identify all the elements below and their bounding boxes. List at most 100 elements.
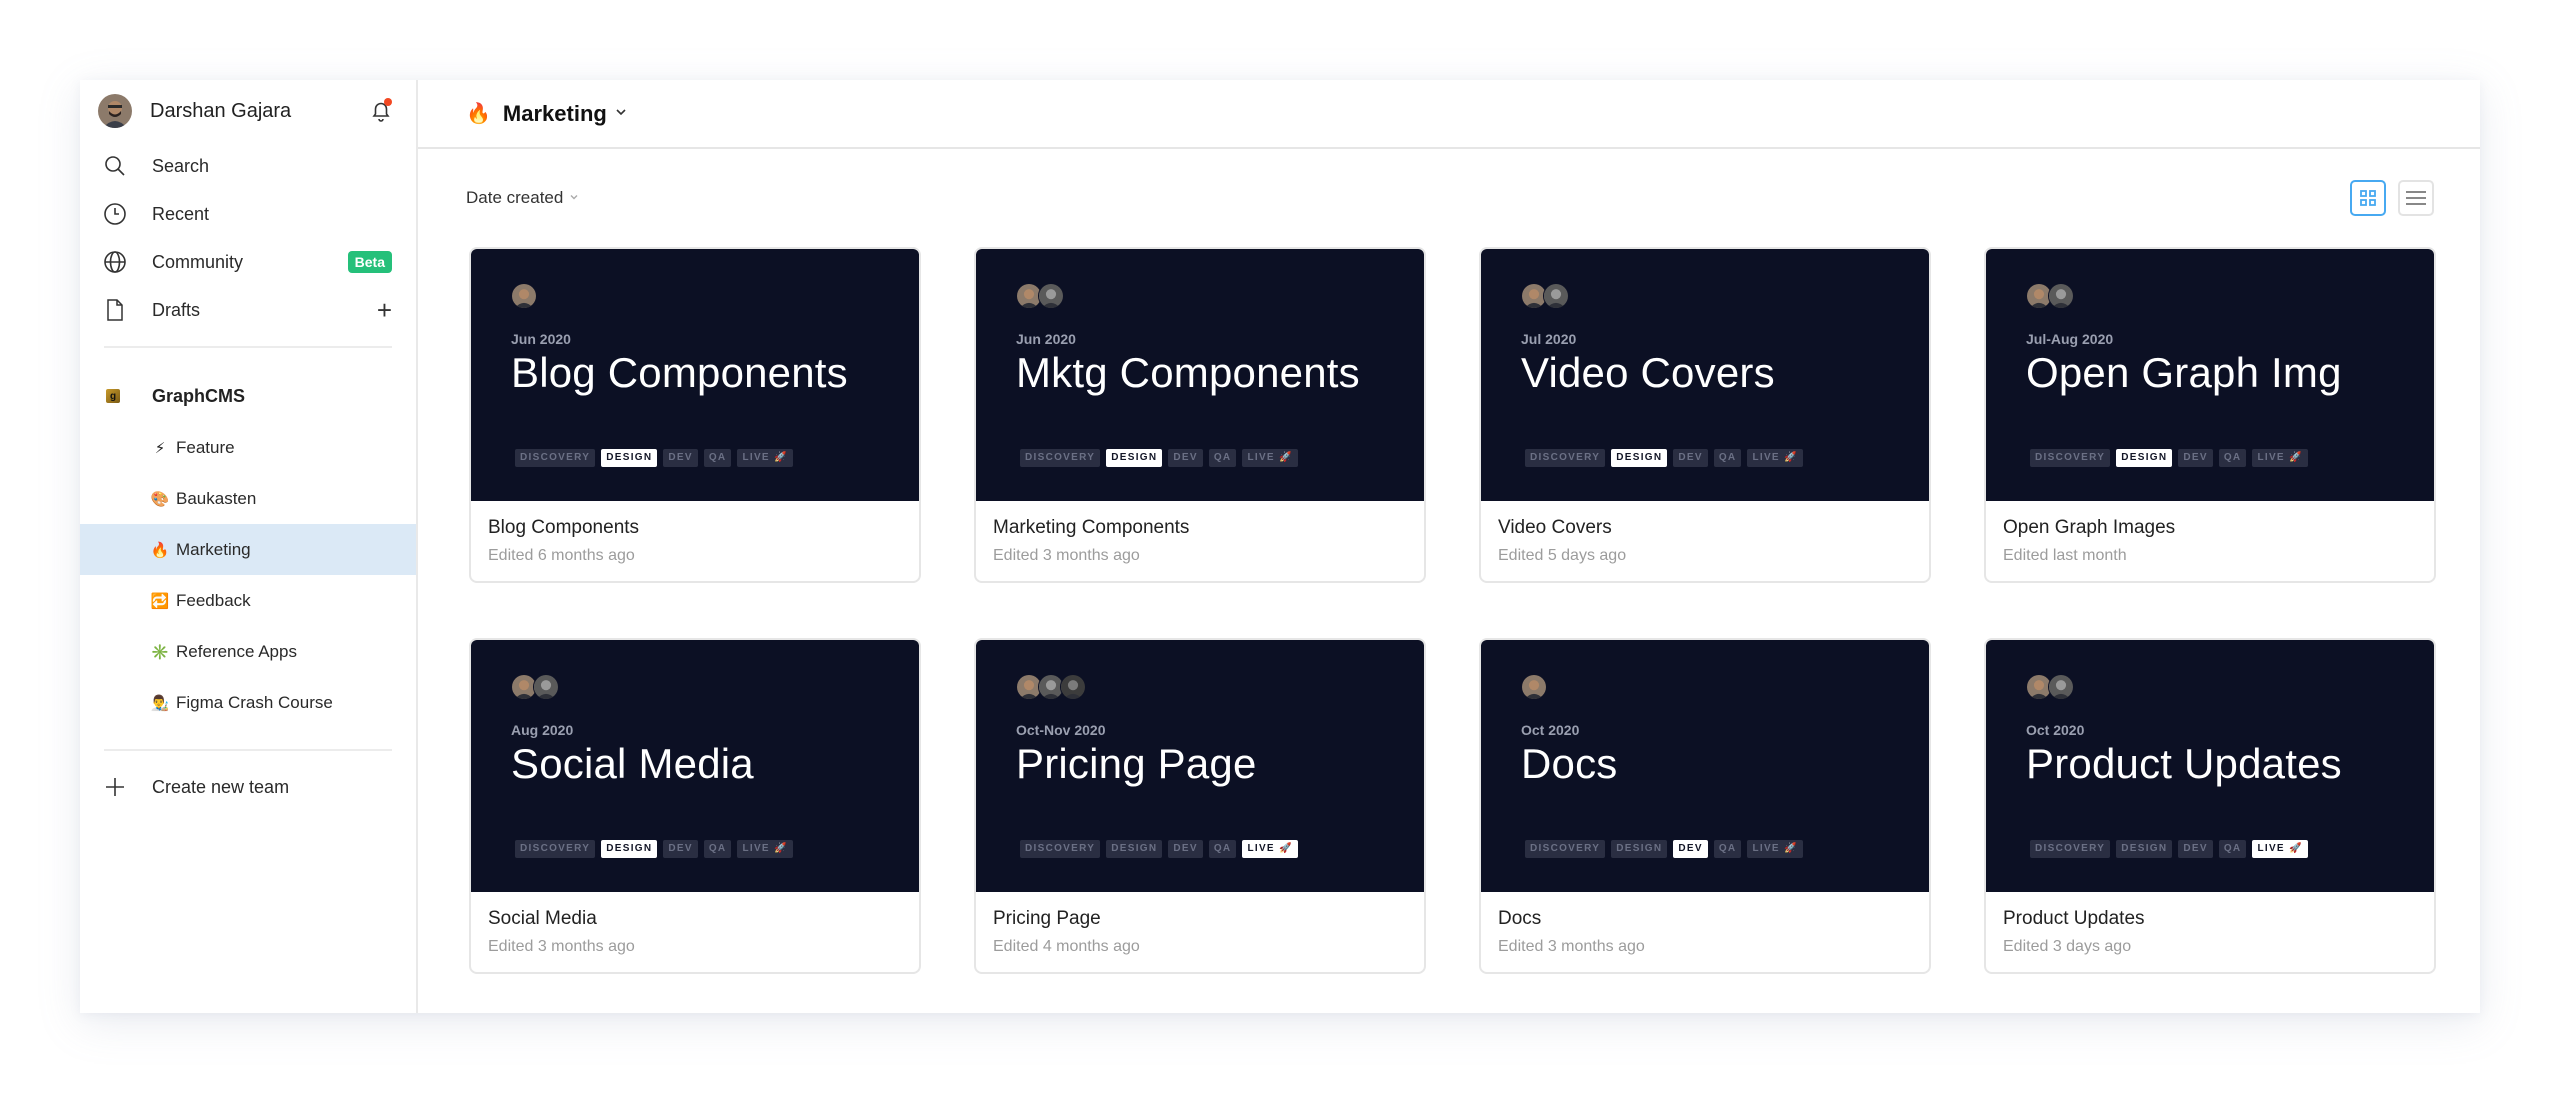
- thumbnail-date: Oct 2020: [2026, 722, 2085, 738]
- stage-tags: DISCOVERY DESIGN DEV QA LIVE 🚀: [1525, 449, 1803, 467]
- list-view-button[interactable]: [2398, 180, 2434, 216]
- sidebar-project-marketing[interactable]: 🔥 Marketing: [80, 524, 416, 575]
- chevron-down-icon[interactable]: [615, 106, 627, 121]
- file-card[interactable]: Aug 2020 Social Media DISCOVERY DESIGN DEV QA…: [469, 638, 921, 974]
- sidebar-divider: [104, 346, 392, 348]
- collaborator-avatars: [1016, 674, 1424, 700]
- globe-icon: [102, 249, 128, 275]
- file-title: Product Updates: [2003, 908, 2145, 929]
- stage-tag: QA: [703, 449, 732, 467]
- sidebar-project-figma-crash-course[interactable]: 👨‍🎨 Figma Crash Course: [80, 677, 416, 728]
- create-team-button[interactable]: Create new team: [80, 761, 416, 813]
- clock-icon: [102, 201, 128, 227]
- file-card[interactable]: Jul-Aug 2020 Open Graph Img DISCOVERY DESIG…: [1984, 247, 2436, 583]
- notification-dot: [384, 98, 392, 106]
- stage-tag: QA: [2218, 840, 2247, 858]
- stage-tag: DESIGN: [2116, 840, 2173, 858]
- user-name: Darshan Gajara: [150, 99, 292, 122]
- file-title: Pricing Page: [993, 908, 1101, 929]
- thumbnail-date: Jun 2020: [511, 331, 571, 347]
- nav-drafts[interactable]: Drafts +: [80, 286, 416, 334]
- thumbnail-title: Blog Components: [511, 349, 848, 396]
- stage-tags: DISCOVERY DESIGN DEV QA LIVE 🚀: [1020, 449, 1298, 467]
- nav-label: Recent: [152, 203, 210, 224]
- file-grid: Jun 2020 Blog Components DISCOVERY DESIGN DE…: [418, 247, 2480, 974]
- sidebar-project-baukasten[interactable]: 🎨 Baukasten: [80, 473, 416, 524]
- stage-tags: DISCOVERY DESIGN DEV QA LIVE 🚀: [2030, 840, 2308, 858]
- stage-tag: DEV: [2178, 449, 2213, 467]
- grid-view-button[interactable]: [2350, 180, 2386, 216]
- file-card[interactable]: Jun 2020 Mktg Components DISCOVERY DESIGN DE…: [974, 247, 1426, 583]
- nav-recent[interactable]: Recent: [80, 190, 416, 238]
- nav-community[interactable]: Community Beta: [80, 238, 416, 286]
- thumbnail-date: Oct 2020: [1521, 722, 1580, 738]
- file-card[interactable]: Oct-Nov 2020 Pricing Page DISCOVERY DESIGN D…: [974, 638, 1426, 974]
- stage-tags: DISCOVERY DESIGN DEV QA LIVE 🚀: [2030, 449, 2308, 467]
- plus-icon: [102, 774, 128, 800]
- stage-tag: DISCOVERY: [515, 840, 596, 858]
- sidebar-project-feedback[interactable]: 🔁 Feedback: [80, 575, 416, 626]
- stage-tag: DISCOVERY: [1020, 449, 1101, 467]
- project-emoji-icon: 🔁: [150, 592, 170, 610]
- file-title: Social Media: [488, 908, 597, 929]
- team-logo: g: [106, 389, 120, 403]
- stage-tag: LIVE 🚀: [1242, 840, 1298, 858]
- team-header[interactable]: g GraphCMS: [80, 370, 416, 422]
- project-label: Feature: [176, 437, 235, 457]
- file-card[interactable]: Jun 2020 Blog Components DISCOVERY DESIGN DE…: [469, 247, 921, 583]
- project-label: Baukasten: [176, 488, 257, 508]
- collaborator-avatar: [511, 283, 537, 309]
- file-thumbnail: Aug 2020 Social Media DISCOVERY DESIGN DEV QA…: [471, 640, 919, 892]
- new-draft-button[interactable]: +: [377, 297, 392, 323]
- main-content: 🔥 Marketing Date created Jun 2020 Blog Co…: [418, 80, 2480, 1013]
- stage-tag: DESIGN: [601, 449, 658, 467]
- collaborator-avatar: [1543, 283, 1569, 309]
- collaborator-avatar: [1060, 674, 1086, 700]
- card-body: Marketing Components Edited 3 months ago: [976, 501, 1424, 565]
- file-thumbnail: Jun 2020 Mktg Components DISCOVERY DESIGN DE…: [976, 249, 1424, 501]
- file-thumbnail: Jun 2020 Blog Components DISCOVERY DESIGN DE…: [471, 249, 919, 501]
- collaborator-avatar: [2048, 674, 2074, 700]
- stage-tag: QA: [2218, 449, 2247, 467]
- file-edited: Edited 6 months ago: [488, 547, 635, 564]
- file-card[interactable]: Oct 2020 Docs DISCOVERY DESIGN DEV QA LIVE 🚀 Do…: [1479, 638, 1931, 974]
- collaborator-avatars: [2026, 283, 2434, 309]
- view-toggle: [2350, 180, 2434, 216]
- collaborator-avatars: [1521, 283, 1929, 309]
- page-title[interactable]: Marketing: [503, 101, 607, 127]
- sort-label: Date created: [466, 188, 564, 207]
- stage-tags: DISCOVERY DESIGN DEV QA LIVE 🚀: [1525, 840, 1803, 858]
- file-title: Marketing Components: [993, 517, 1190, 538]
- sidebar-project-reference-apps[interactable]: ✳️ Reference Apps: [80, 626, 416, 677]
- thumbnail-title: Social Media: [511, 740, 754, 787]
- stage-tag: DEV: [1673, 449, 1708, 467]
- file-card[interactable]: Oct 2020 Product Updates DISCOVERY DESIGN DE…: [1984, 638, 2436, 974]
- collaborator-avatar: [533, 674, 559, 700]
- stage-tag: DEV: [1168, 840, 1203, 858]
- sidebar-project-feature[interactable]: ⚡ Feature: [80, 422, 416, 473]
- card-body: Social Media Edited 3 months ago: [471, 892, 919, 956]
- thumbnail-title: Video Covers: [1521, 349, 1775, 396]
- sidebar: Darshan Gajara Search Recent Community B…: [80, 80, 418, 1013]
- collaborator-avatar: [2048, 283, 2074, 309]
- stage-tag: DEV: [663, 840, 698, 858]
- file-edited: Edited 5 days ago: [1498, 547, 1627, 564]
- file-card[interactable]: Jul 2020 Video Covers DISCOVERY DESIGN DEV QA…: [1479, 247, 1931, 583]
- thumbnail-title: Pricing Page: [1016, 740, 1257, 787]
- thumbnail-title: Mktg Components: [1016, 349, 1360, 396]
- file-edited: Edited 3 months ago: [993, 547, 1140, 564]
- thumbnail-date: Jul-Aug 2020: [2026, 331, 2114, 347]
- user-row[interactable]: Darshan Gajara: [80, 80, 416, 142]
- nav-search[interactable]: Search: [80, 142, 416, 190]
- beta-badge: Beta: [347, 251, 392, 273]
- user-avatar[interactable]: [98, 94, 132, 128]
- team-name: GraphCMS: [152, 385, 246, 406]
- thumbnail-date: Aug 2020: [511, 722, 574, 738]
- stage-tag: DESIGN: [1611, 449, 1668, 467]
- stage-tag: DESIGN: [1611, 840, 1668, 858]
- stage-tag: DEV: [1673, 840, 1708, 858]
- sort-dropdown[interactable]: Date created: [466, 188, 579, 208]
- stage-tag: DISCOVERY: [2030, 840, 2111, 858]
- notifications-button[interactable]: [368, 98, 394, 124]
- thumbnail-title: Docs: [1521, 740, 1618, 787]
